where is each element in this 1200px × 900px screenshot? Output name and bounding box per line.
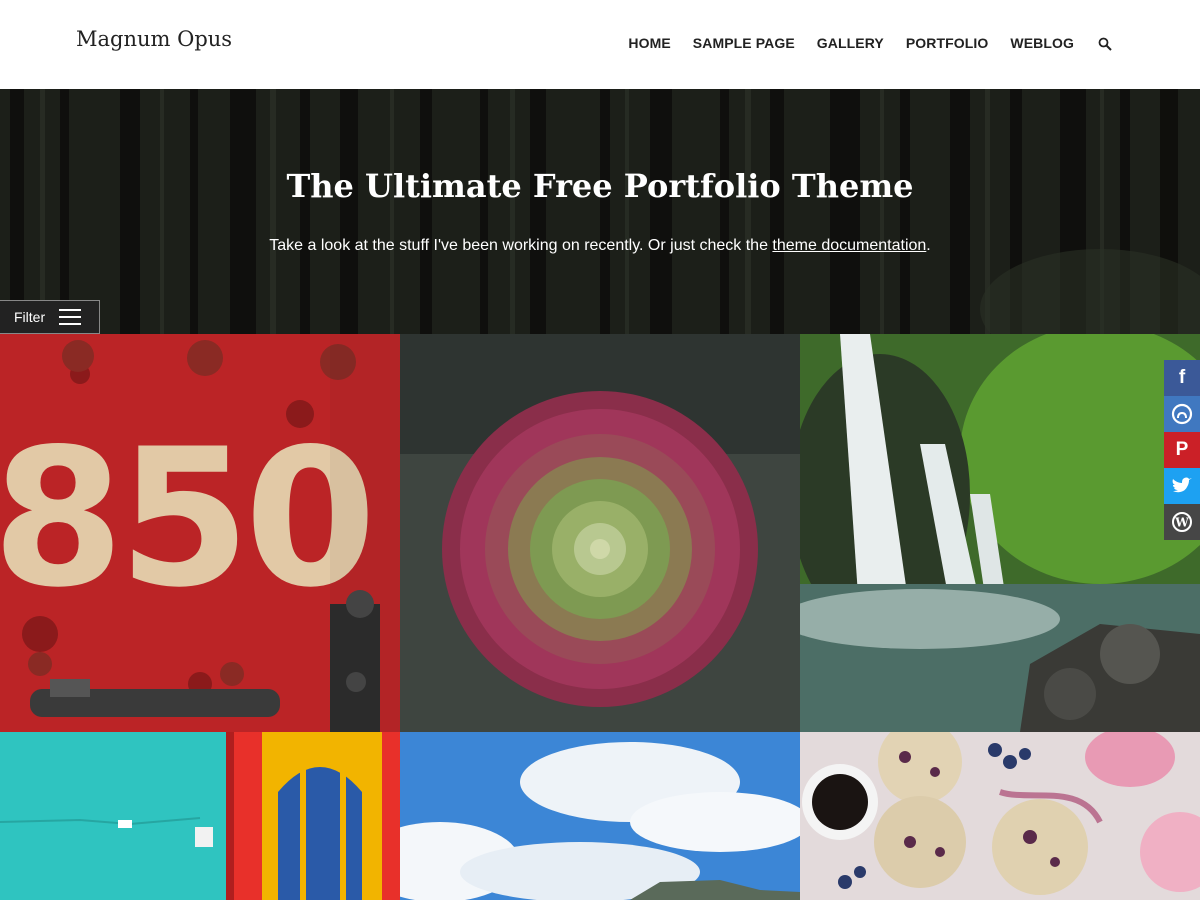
hero-subtitle: Take a look at the stuff I've been worki… [0, 237, 1200, 255]
succulent-flower-image [400, 334, 800, 732]
portfolio-item-flower[interactable] [400, 334, 800, 732]
nav-home[interactable]: HOME [628, 35, 670, 51]
portfolio-item-cookies[interactable] [800, 732, 1200, 900]
wordpress-letter: W [1174, 516, 1189, 530]
theme-documentation-link[interactable]: theme documentation [772, 237, 926, 254]
twitter-glyph [1172, 477, 1192, 493]
portfolio-item-painted-door[interactable] [0, 732, 400, 900]
pinterest-icon[interactable]: P [1164, 432, 1200, 468]
hero-banner: The Ultimate Free Portfolio Theme Take a… [0, 89, 1200, 334]
svg-text:850: 850 [0, 408, 371, 629]
nav-gallery[interactable]: GALLERY [817, 35, 884, 51]
portfolio-item-rusty-850[interactable]: 850 [0, 334, 400, 732]
rusty-850-image: 850 [0, 334, 400, 732]
forest-background [0, 89, 1200, 334]
portfolio-item-sky[interactable] [400, 732, 800, 900]
github-glyph [1171, 403, 1193, 425]
hero-subtitle-text: Take a look at the stuff I've been worki… [269, 237, 773, 254]
hero-subtitle-end: . [926, 237, 931, 254]
facebook-icon[interactable]: f [1164, 360, 1200, 396]
portfolio-grid: 850 [0, 334, 1200, 900]
filter-label: Filter [14, 309, 46, 325]
portfolio-item-waterfall[interactable] [800, 334, 1200, 732]
nav-portfolio[interactable]: PORTFOLIO [906, 35, 989, 51]
main-nav: HOME SAMPLE PAGE GALLERY PORTFOLIO WEBLO… [606, 35, 1112, 51]
wordpress-icon[interactable]: W [1164, 504, 1200, 540]
wordpress-glyph: W [1172, 512, 1192, 532]
hero-title: The Ultimate Free Portfolio Theme [286, 167, 914, 205]
nav-sample-page[interactable]: SAMPLE PAGE [693, 35, 795, 51]
social-links: f P W [1164, 360, 1200, 540]
github-icon[interactable] [1164, 396, 1200, 432]
waterfall-image [800, 334, 1200, 732]
search-icon[interactable] [1098, 37, 1112, 51]
blue-sky-image [400, 732, 800, 900]
twitter-icon[interactable] [1164, 468, 1200, 504]
nav-weblog[interactable]: WEBLOG [1010, 35, 1074, 51]
painted-door-image [0, 732, 400, 900]
filter-button[interactable]: Filter [0, 300, 100, 334]
site-title[interactable]: Magnum Opus [76, 27, 232, 51]
menu-icon [59, 309, 82, 325]
site-header: Magnum Opus HOME SAMPLE PAGE GALLERY POR… [0, 0, 1200, 89]
blueberry-cookies-image [800, 732, 1200, 900]
